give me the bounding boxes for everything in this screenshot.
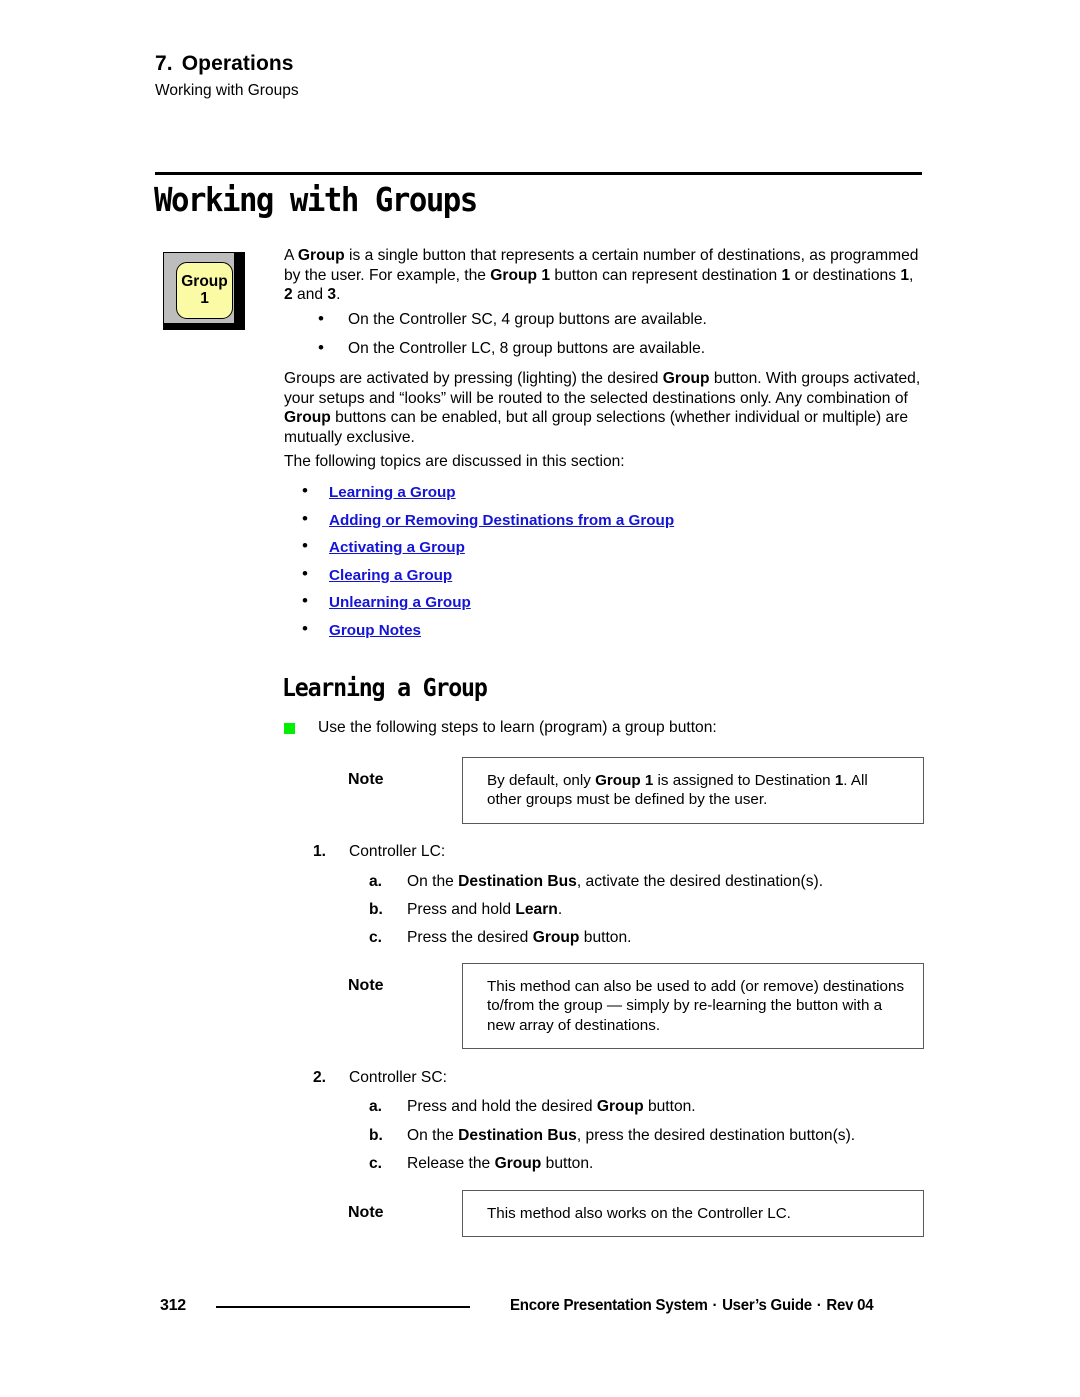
header-subtitle: Working with Groups — [155, 82, 299, 100]
topics-intro: The following topics are discussed in th… — [284, 453, 625, 470]
link-learning-a-group[interactable]: Learning a Group — [329, 484, 456, 501]
button-cap: Group 1 — [176, 262, 233, 319]
step-1c-text: Press the desired Group button. — [407, 929, 632, 946]
chapter-title: 7. Operations — [155, 52, 925, 76]
intro-paragraph-block: A Group is a single button that represen… — [284, 246, 924, 305]
step-1b-text: Press and hold Learn. — [407, 901, 563, 918]
step-1c-letter: c. — [369, 929, 383, 946]
step-2: 2. Controller SC: — [313, 1068, 913, 1088]
group-button-illustration: Group 1 — [163, 252, 245, 330]
note-box: By default, only Group 1 is assigned to … — [462, 757, 924, 824]
list-item: Unlearning a Group — [284, 592, 924, 612]
step-2a: a. Press and hold the desired Group butt… — [369, 1097, 929, 1117]
step-2a-text: Press and hold the desired Group button. — [407, 1098, 696, 1115]
step-2-title: Controller SC: — [349, 1069, 447, 1086]
green-square-bullet-icon — [284, 723, 295, 734]
section-heading-learning-a-group: Learning a Group — [282, 673, 488, 702]
note-label: Note — [348, 977, 384, 994]
button-cap-number: 1 — [200, 289, 209, 307]
step-1a-text: On the Destination Bus, activate the des… — [407, 873, 824, 890]
step-2a-letter: a. — [369, 1098, 383, 1115]
topic-link-list-block: Learning a Group Adding or Removing Dest… — [284, 482, 924, 649]
step-1-number: 1. — [313, 843, 327, 860]
step-1a-letter: a. — [369, 873, 383, 890]
footer-separator-2: · — [816, 1297, 822, 1314]
list-item: Adding or Removing Destinations from a G… — [284, 510, 924, 530]
list-item: Learning a Group — [284, 482, 924, 502]
title-divider — [155, 172, 922, 175]
list-item: On the Controller SC, 4 group buttons ar… — [284, 309, 924, 330]
chapter-number: 7. — [155, 52, 173, 75]
footer-product: Encore Presentation System — [510, 1297, 708, 1314]
step-2-number: 2. — [313, 1069, 327, 1086]
step-1: 1. Controller LC: — [313, 842, 913, 862]
note-text: By default, only Group 1 is assigned to … — [487, 772, 868, 809]
topics-intro-block: The following topics are discussed in th… — [284, 452, 924, 472]
link-adding-or-removing-destinations[interactable]: Adding or Removing Destinations from a G… — [329, 512, 674, 529]
link-activating-a-group[interactable]: Activating a Group — [329, 539, 465, 556]
note-box: This method can also be used to add (or … — [462, 963, 924, 1050]
step-2b-text: On the Destination Bus, press the desire… — [407, 1127, 856, 1144]
step-1-title: Controller LC: — [349, 843, 446, 860]
footer-divider — [216, 1306, 470, 1308]
link-group-notes[interactable]: Group Notes — [329, 622, 421, 639]
note-text: This method can also be used to add (or … — [487, 978, 905, 1034]
controller-bullet-list: On the Controller SC, 4 group buttons ar… — [284, 309, 924, 367]
step-2b-letter: b. — [369, 1127, 383, 1144]
list-item: On the Controller LC, 8 group buttons ar… — [284, 338, 924, 359]
topic-link-list: Learning a Group Adding or Removing Dest… — [284, 482, 924, 640]
list-item: Group Notes — [284, 620, 924, 640]
step-1c: c. Press the desired Group button. — [369, 928, 929, 948]
step-2c: c. Release the Group button. — [369, 1154, 929, 1174]
link-clearing-a-group[interactable]: Clearing a Group — [329, 567, 452, 584]
intro-paragraph-2-block: Groups are activated by pressing (lighti… — [284, 369, 924, 447]
button-cap-label: Group — [181, 273, 228, 291]
step-1b: b. Press and hold Learn. — [369, 900, 929, 920]
step-2c-letter: c. — [369, 1155, 383, 1172]
step-2c-text: Release the Group button. — [407, 1155, 594, 1172]
note-box: This method also works on the Controller… — [462, 1190, 924, 1238]
footer-separator-1: · — [712, 1297, 718, 1314]
section-lead-in-text: Use the following steps to learn (progra… — [318, 719, 717, 736]
footer-text: Encore Presentation System · User’s Guide ·… — [510, 1297, 874, 1315]
section-lead-in: Use the following steps to learn (progra… — [284, 718, 924, 738]
bullet-list: On the Controller SC, 4 group buttons ar… — [284, 309, 924, 359]
step-1a: a. On the Destination Bus, activate the … — [369, 872, 929, 892]
page-title: Working with Groups — [154, 180, 478, 219]
note-label: Note — [348, 1204, 384, 1221]
intro-paragraph-2: Groups are activated by pressing (lighti… — [284, 370, 921, 446]
link-unlearning-a-group[interactable]: Unlearning a Group — [329, 594, 471, 611]
footer-doc-type: User’s Guide — [722, 1297, 812, 1314]
chapter-title-text: Operations — [181, 52, 294, 75]
footer-revision: Rev 04 — [826, 1297, 874, 1314]
running-header: 7. Operations Working with Groups — [155, 52, 925, 101]
list-item: Activating a Group — [284, 537, 924, 557]
footer-page-number: 312 — [160, 1297, 186, 1314]
note-text: This method also works on the Controller… — [487, 1205, 791, 1222]
list-item: Clearing a Group — [284, 565, 924, 585]
step-1b-letter: b. — [369, 901, 383, 918]
intro-paragraph-1: A Group is a single button that represen… — [284, 247, 919, 304]
step-2b: b. On the Destination Bus, press the des… — [369, 1126, 929, 1146]
note-label: Note — [348, 771, 384, 788]
